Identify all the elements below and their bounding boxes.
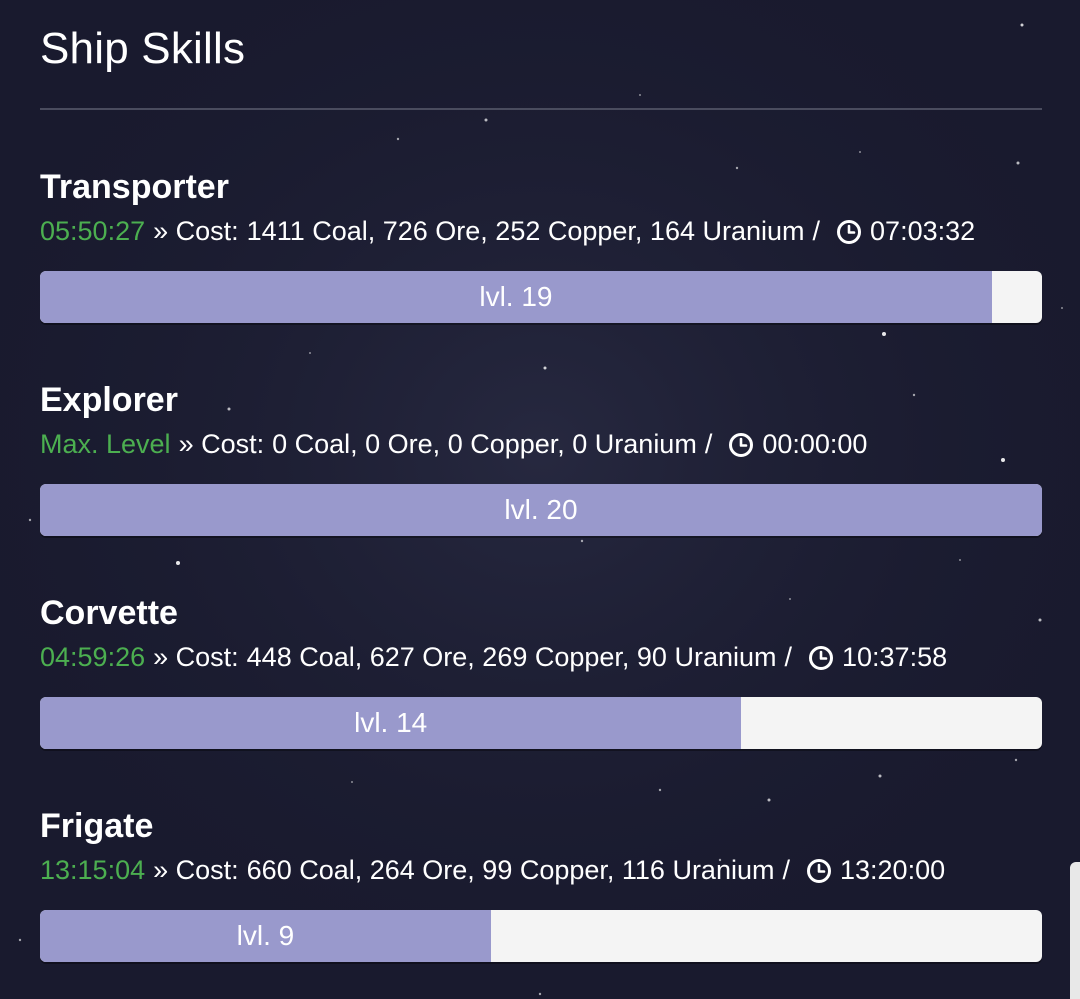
cost-prefix: » Cost: <box>178 429 265 459</box>
level-label: lvl. 9 <box>236 920 295 951</box>
clock-icon <box>729 432 754 457</box>
separator: / <box>704 429 713 459</box>
skill-cost: 660 Coal, 264 Ore, 99 Copper, 116 Uraniu… <box>246 855 775 885</box>
separator: / <box>782 855 790 885</box>
clock-icon <box>807 858 831 883</box>
skill-info: Max. Level » Cost: 0 Coal, 0 Ore, 0 Copp… <box>40 429 867 460</box>
skill-status: Max. Level <box>40 429 171 459</box>
level-label: lvl. 14 <box>354 707 428 738</box>
skill-info: 04:59:26 » Cost: 448 Coal, 627 Ore, 269 … <box>40 642 947 673</box>
level-progress-bar[interactable]: lvl. 14 <box>40 697 1042 749</box>
level-progress-bar[interactable]: lvl. 19 <box>40 271 1042 323</box>
level-progress-bar[interactable]: lvl. 9 <box>40 910 1042 962</box>
page-title: Ship Skills <box>40 24 246 73</box>
skill-cost: 1411 Coal, 726 Ore, 252 Copper, 164 Uran… <box>246 216 805 246</box>
skill-status: 05:50:27 <box>40 216 146 246</box>
separator: / <box>812 216 821 246</box>
scrollbar-edge[interactable] <box>1070 862 1080 999</box>
skill-status: 13:15:04 <box>40 855 146 885</box>
skill-duration: 07:03:32 <box>870 216 976 246</box>
skill-name: Corvette <box>40 594 178 632</box>
title-divider <box>40 108 1042 110</box>
separator: / <box>784 642 792 672</box>
skill-duration: 13:20:00 <box>840 855 946 885</box>
skill-info: 05:50:27 » Cost: 1411 Coal, 726 Ore, 252… <box>40 216 975 247</box>
skill-info: 13:15:04 » Cost: 660 Coal, 264 Ore, 99 C… <box>40 855 945 886</box>
level-progress-bar[interactable]: lvl. 20 <box>40 484 1042 536</box>
skill-cost: 448 Coal, 627 Ore, 269 Copper, 90 Uraniu… <box>246 642 777 672</box>
skill-cost: 0 Coal, 0 Ore, 0 Copper, 0 Uranium <box>272 429 697 459</box>
skill-duration: 10:37:58 <box>842 642 948 672</box>
clock-icon <box>837 219 862 244</box>
cost-prefix: » Cost: <box>153 216 239 246</box>
skill-duration: 00:00:00 <box>762 429 868 459</box>
skill-name: Transporter <box>40 168 229 206</box>
level-label: lvl. 19 <box>479 281 553 312</box>
level-label: lvl. 20 <box>504 494 578 525</box>
skill-status: 04:59:26 <box>40 642 146 672</box>
skill-name: Explorer <box>40 381 178 419</box>
cost-prefix: » Cost: <box>153 855 239 885</box>
clock-icon <box>809 645 833 670</box>
cost-prefix: » Cost: <box>153 642 239 672</box>
skill-name: Frigate <box>40 807 154 845</box>
